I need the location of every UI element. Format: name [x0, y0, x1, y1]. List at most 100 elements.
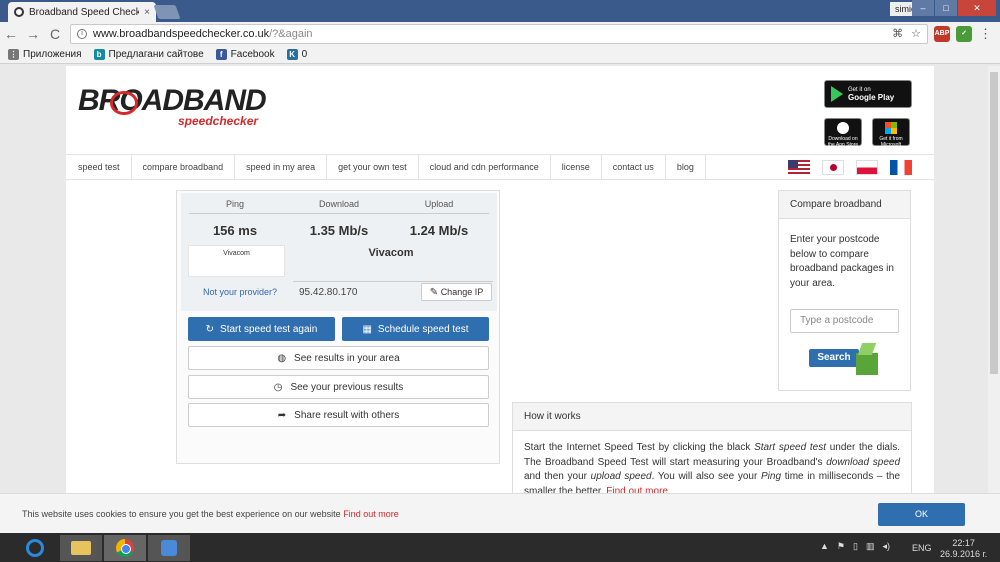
bookmark-facebook[interactable]: f Facebook	[215, 49, 275, 60]
bookmark-k[interactable]: K0	[286, 49, 307, 60]
internet-explorer-icon	[26, 539, 44, 557]
logo-text: BROADBAND	[78, 84, 267, 117]
cookie-find-out-more-link[interactable]: Find out more	[343, 509, 399, 519]
facebook-icon: f	[215, 49, 227, 60]
tray-arrow-icon[interactable]: ▲	[820, 541, 829, 552]
address-bar[interactable]: i www.broadbandspeedchecker.co.uk/?&agai…	[70, 24, 928, 44]
previous-results-button[interactable]: ◷ See your previous results	[188, 375, 489, 399]
nav-speed-test[interactable]: speed test	[66, 154, 132, 180]
page-scrollbar[interactable]	[988, 66, 1000, 493]
bookmark-suggested[interactable]: b Предлагани сайтове	[93, 49, 204, 60]
nav-speed-in-my-area[interactable]: speed in my area	[235, 154, 328, 180]
bookmark-apps[interactable]: ⋮ Приложения	[8, 49, 82, 60]
explorer-taskbar-button[interactable]	[60, 535, 102, 561]
extension-icon[interactable]: ✓	[956, 26, 972, 42]
folder-icon	[71, 541, 91, 555]
speed-test-panel: Ping 156 ms Download 1.35 Mb/s Upload 1.…	[176, 190, 500, 464]
window-titlebar: Broadband Speed Check × simion – □ ✕	[0, 0, 1000, 22]
internet-explorer-taskbar-button[interactable]	[14, 535, 56, 561]
download-column: Download 1.35 Mb/s	[289, 199, 389, 238]
france-flag-icon[interactable]	[890, 160, 912, 175]
language-indicator[interactable]: ENG	[912, 543, 932, 553]
japan-flag-icon[interactable]	[822, 160, 844, 175]
not-your-provider-link[interactable]: Not your provider?	[203, 287, 277, 297]
postcode-input[interactable]: Type a postcode	[790, 309, 899, 333]
bing-icon: b	[93, 49, 105, 60]
nav-compare-broadband[interactable]: compare broadband	[132, 154, 236, 180]
maximize-button[interactable]: □	[935, 0, 957, 16]
browser-tab[interactable]: Broadband Speed Check ×	[8, 2, 156, 22]
ping-value: 156 ms	[212, 223, 258, 238]
clock-time: 22:17	[952, 538, 975, 548]
bookmark-star-icon[interactable]: ☆	[911, 27, 921, 40]
flag-tray-icon[interactable]: ⚑	[837, 541, 845, 552]
logo-subtext: speedchecker	[178, 114, 259, 128]
browser-menu-icon[interactable]: ⋮	[979, 26, 992, 42]
compare-text: Enter your postcode below to compare bro…	[790, 234, 894, 289]
site-info-icon[interactable]: i	[77, 29, 87, 39]
schedule-speed-test-button[interactable]: ▦ Schedule speed test	[342, 317, 489, 341]
ip-address: 95.42.80.170	[299, 287, 358, 298]
forward-button[interactable]: →	[22, 26, 44, 42]
nav-cloud-cdn[interactable]: cloud and cdn performance	[419, 154, 551, 180]
url-host: www.broadbandspeedchecker.co.uk	[93, 28, 270, 40]
volume-icon[interactable]: ◂)	[882, 541, 890, 552]
cube-icon	[856, 341, 880, 375]
microsoft-icon	[885, 122, 897, 134]
reload-button[interactable]: C	[44, 26, 66, 42]
scrollbar-thumb[interactable]	[990, 72, 998, 374]
clock-icon: ◷	[273, 381, 283, 393]
us-flag-icon[interactable]	[788, 160, 810, 175]
how-it-works-text: Start the Internet Speed Test by clickin…	[524, 442, 901, 497]
poland-flag-icon[interactable]	[856, 160, 878, 175]
refresh-icon: ↻	[205, 323, 215, 335]
web-page: BROADBAND speedchecker Get it on Google P…	[66, 66, 934, 497]
microsoft-store-badge[interactable]: Get it from Microsoft	[872, 118, 910, 148]
language-flags	[788, 160, 912, 175]
battery-icon[interactable]: ▯	[853, 541, 858, 552]
apps-icon: ⋮	[8, 49, 19, 60]
nav-license[interactable]: license	[551, 154, 602, 180]
share-result-button[interactable]: ➦ Share result with others	[188, 403, 489, 427]
translate-icon[interactable]: ⌘	[892, 27, 903, 40]
chrome-icon	[116, 539, 134, 557]
nav-blog[interactable]: blog	[666, 154, 706, 180]
adblock-icon[interactable]: ABP	[934, 26, 950, 42]
upload-label: Upload	[424, 199, 454, 209]
close-window-button[interactable]: ✕	[958, 0, 996, 16]
upload-value: 1.24 Mb/s	[409, 223, 469, 238]
nav-contact-us[interactable]: contact us	[602, 154, 666, 180]
app-icon	[161, 540, 177, 556]
pencil-icon: ✎	[429, 287, 439, 298]
window-controls: – □ ✕	[912, 0, 996, 16]
site-logo[interactable]: BROADBAND speedchecker	[78, 84, 267, 130]
apple-icon	[837, 122, 849, 134]
cookie-ok-button[interactable]: OK	[878, 503, 965, 526]
google-play-badge[interactable]: Get it on Google Play	[824, 80, 912, 108]
new-tab-button[interactable]	[153, 5, 181, 19]
app-store-badge[interactable]: Download on the App Store	[824, 118, 862, 148]
close-tab-icon[interactable]: ×	[144, 7, 150, 18]
network-icon[interactable]: ▥	[866, 541, 875, 552]
nav-get-your-own-test[interactable]: get your own test	[327, 154, 419, 180]
taskbar-clock[interactable]: 22:17 26.9.2016 г.	[940, 538, 987, 560]
google-play-icon	[831, 86, 843, 102]
start-speed-test-button[interactable]: ↻ Start speed test again	[188, 317, 335, 341]
browser-toolbar: ← → C i www.broadbandspeedchecker.co.uk/…	[0, 22, 1000, 46]
minimize-button[interactable]: –	[912, 0, 934, 16]
back-button[interactable]: ←	[0, 26, 22, 42]
bookmarks-bar: ⋮ Приложения b Предлагани сайтове f Faceboo…	[0, 46, 1000, 64]
url-path: /?&again	[269, 28, 313, 40]
divider	[293, 281, 493, 282]
k-icon: K	[286, 49, 298, 60]
see-results-area-button[interactable]: ◍ See results in your area	[188, 346, 489, 370]
compare-title: Compare broadband	[779, 191, 910, 219]
search-button[interactable]: Search	[809, 349, 859, 367]
download-value: 1.35 Mb/s	[309, 223, 369, 238]
change-ip-button[interactable]: ✎ Change IP	[421, 283, 492, 301]
speedometer-icon	[110, 91, 138, 115]
how-it-works-title: How it works	[513, 403, 911, 431]
app-taskbar-button[interactable]	[148, 535, 190, 561]
chrome-taskbar-button[interactable]	[104, 535, 146, 561]
clock-date: 26.9.2016 г.	[940, 549, 988, 559]
